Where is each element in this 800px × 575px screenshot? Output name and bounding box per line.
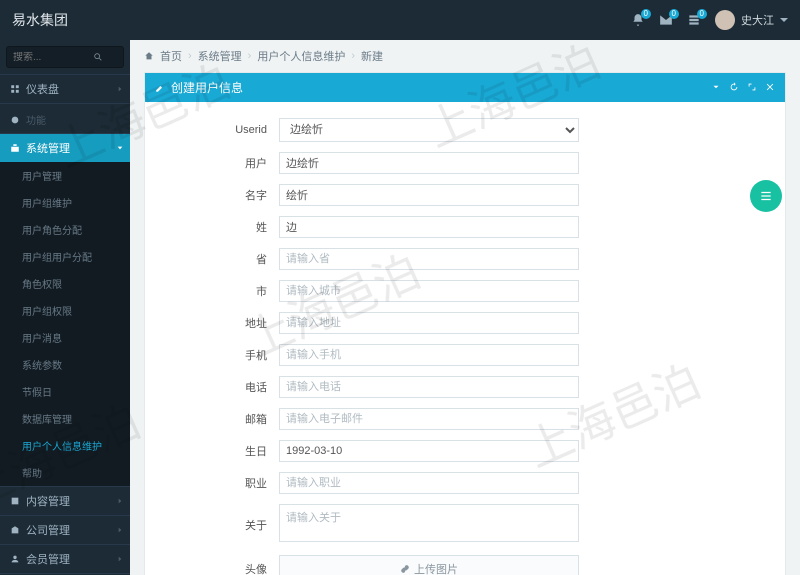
addr-input[interactable] [279,312,579,334]
sidebar-item-content[interactable]: 内容管理 [0,486,130,515]
write-icon [155,83,165,93]
crumb-new: 新建 [361,48,383,64]
crumb-info[interactable]: 用户个人信息维护 [257,48,345,64]
sidebar-item-sysmgmt[interactable]: 系统管理 [0,133,130,162]
mail-icon[interactable]: 0 [659,13,673,27]
crumb-sys[interactable]: 系统管理 [198,48,242,64]
sidebar: 仪表盘 功能 系统管理 用户管理 用户组维护 用户角色分配 用户组用户分配 角色… [0,40,130,575]
about-input[interactable] [279,504,579,542]
sub-ugrp-perm[interactable]: 用户组权限 [0,297,130,324]
sub-user-grp[interactable]: 用户组维护 [0,189,130,216]
lbl-phone: 电话 [169,379,279,395]
name-input[interactable] [279,184,579,206]
search-field[interactable] [13,52,93,63]
lbl-user: 用户 [169,155,279,171]
lbl-province: 省 [169,251,279,267]
collapse-icon[interactable] [711,81,721,95]
lbl-job: 职业 [169,475,279,491]
lbl-about: 关于 [169,517,279,533]
sub-user-mgmt[interactable]: 用户管理 [0,162,130,189]
upload-button[interactable]: 上传图片 [279,555,579,575]
job-input[interactable] [279,472,579,494]
top-right: 0 0 0 史大江 [631,10,788,30]
sidebar-item-member[interactable]: 会员管理 [0,544,130,573]
expand-icon[interactable] [747,81,757,95]
crumb-home[interactable]: 首页 [160,48,182,64]
lbl-addr: 地址 [169,315,279,331]
side-list: 仪表盘 功能 系统管理 用户管理 用户组维护 用户角色分配 用户组用户分配 角色… [0,74,130,575]
form: Userid边绘忻 用户 名字 姓 省 市 地址 手机 电话 邮箱 生日 职业 … [145,102,785,575]
close-icon[interactable] [765,81,775,95]
sub-user-info[interactable]: 用户个人信息维护 [0,432,130,459]
sub-role-perm[interactable]: 角色权限 [0,270,130,297]
refresh-icon[interactable] [729,81,739,95]
brand: 易水集团 [12,10,68,30]
sidebar-item-company[interactable]: 公司管理 [0,515,130,544]
panel-title: 创建用户信息 [171,79,243,96]
user-input[interactable] [279,152,579,174]
sidebar-heading-functions: 功能 [0,103,130,133]
sub-calendar[interactable]: 节假日 [0,378,130,405]
sidebar-sub: 用户管理 用户组维护 用户角色分配 用户组用户分配 角色权限 用户组权限 用户消… [0,162,130,486]
sub-help[interactable]: 帮助 [0,459,130,486]
panel-head: 创建用户信息 [145,73,785,102]
chevron-down-icon [780,18,788,26]
task-icon[interactable]: 0 [687,13,701,27]
sub-sys-param[interactable]: 系统参数 [0,351,130,378]
user-name: 史大江 [741,12,774,28]
lbl-mobile: 手机 [169,347,279,363]
userid-select[interactable]: 边绘忻 [279,118,579,142]
fab-button[interactable] [750,180,782,212]
birthday-input[interactable] [279,440,579,462]
sidebar-item-dashboard[interactable]: 仪表盘 [0,74,130,103]
main: 首页› 系统管理› 用户个人信息维护› 新建 创建用户信息 Userid边绘忻 … [130,40,800,575]
surname-input[interactable] [279,216,579,238]
email-input[interactable] [279,408,579,430]
phone-input[interactable] [279,376,579,398]
sub-user-msg[interactable]: 用户消息 [0,324,130,351]
sub-ugr[interactable]: 用户组用户分配 [0,243,130,270]
user-menu[interactable]: 史大江 [715,10,788,30]
sub-db-mgmt[interactable]: 数据库管理 [0,405,130,432]
lbl-city: 市 [169,283,279,299]
avatar [715,10,735,30]
search-icon [93,52,103,62]
home-icon [144,51,154,61]
lbl-email: 邮箱 [169,411,279,427]
link-icon [400,564,410,574]
search-input[interactable] [6,46,124,68]
lbl-userid: Userid [169,124,279,136]
lbl-avatar: 头像 [169,561,279,575]
search-wrap [0,40,130,74]
province-input[interactable] [279,248,579,270]
city-input[interactable] [279,280,579,302]
bell-icon[interactable]: 0 [631,13,645,27]
panel: 创建用户信息 Userid边绘忻 用户 名字 姓 省 市 地址 手机 电话 邮箱 [144,72,786,575]
top-bar: 易水集团 0 0 0 史大江 [0,0,800,40]
lbl-birthday: 生日 [169,443,279,459]
lbl-surname: 姓 [169,219,279,235]
mobile-input[interactable] [279,344,579,366]
breadcrumb: 首页› 系统管理› 用户个人信息维护› 新建 [130,40,800,72]
sub-user-role[interactable]: 用户角色分配 [0,216,130,243]
lbl-name: 名字 [169,187,279,203]
